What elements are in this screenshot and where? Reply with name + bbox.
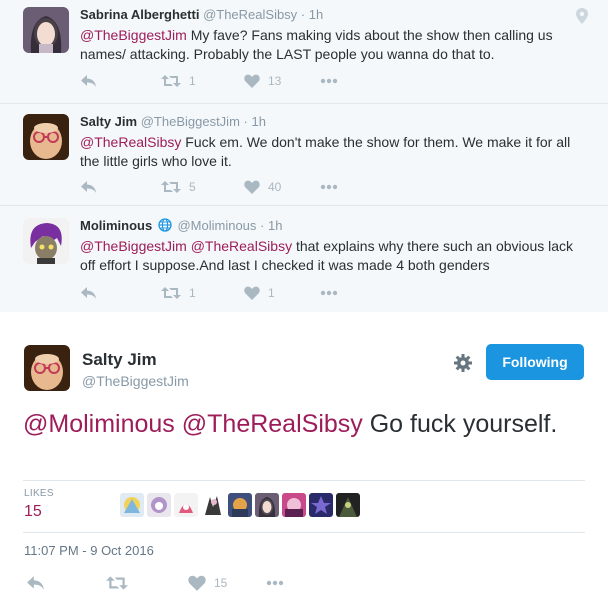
like-count: 15: [214, 576, 228, 590]
tweet-time[interactable]: 1h: [268, 218, 282, 233]
heart-icon: [244, 180, 260, 194]
divider: [23, 480, 585, 481]
retweet-button[interactable]: 5: [161, 178, 196, 196]
liker-avatar[interactable]: [282, 493, 306, 517]
focused-tweet: Salty Jim @TheBiggestJim Following @Moli…: [0, 312, 608, 610]
tweet-text: @TheBiggestJim My fave? Fans making vids…: [80, 26, 578, 64]
more-icon: [320, 78, 338, 84]
following-button[interactable]: Following: [486, 344, 584, 380]
tweet-actions: 15: [26, 574, 326, 594]
more-icon: [320, 184, 338, 190]
tweet-text: @TheBiggestJim @TheRealSibsy that explai…: [80, 237, 578, 275]
likes-label: LIKES: [24, 488, 54, 499]
reply-icon: [81, 287, 96, 299]
retweet-icon: [161, 287, 181, 299]
avatar[interactable]: [23, 218, 69, 264]
conversation-thread: Sabrina Alberghetti @TheRealSibsy · 1h @…: [0, 0, 608, 312]
liker-avatar[interactable]: [336, 493, 360, 517]
retweet-icon: [161, 75, 181, 87]
display-name[interactable]: Moliminous: [80, 218, 152, 233]
more-button[interactable]: [320, 72, 338, 90]
retweet-count: 1: [189, 286, 196, 300]
avatar[interactable]: [24, 345, 70, 391]
reply-icon: [27, 576, 44, 590]
liker-avatar[interactable]: [255, 493, 279, 517]
heart-icon: [244, 74, 260, 88]
liker-avatar[interactable]: [228, 493, 252, 517]
liker-avatar[interactable]: [174, 493, 198, 517]
mention-link[interactable]: @TheRealSibsy: [191, 238, 292, 254]
reply-button[interactable]: [26, 574, 45, 592]
retweet-button[interactable]: [106, 574, 128, 592]
retweet-count: 5: [189, 180, 196, 194]
location-pin-icon: [576, 8, 588, 29]
like-button[interactable]: 13: [244, 72, 281, 90]
tweet-text: @Moliminous @TheRealSibsy Go fuck yourse…: [23, 408, 583, 440]
tweet-header: Sabrina Alberghetti @TheRealSibsy · 1h: [80, 7, 578, 23]
display-name[interactable]: Salty Jim: [80, 114, 137, 129]
like-button[interactable]: 1: [244, 284, 275, 302]
mention-link[interactable]: @Moliminous: [23, 410, 175, 438]
thread-tweet-2[interactable]: Salty Jim @TheBiggestJim · 1h @TheRealSi…: [0, 104, 608, 206]
likes-count[interactable]: 15: [24, 503, 42, 521]
like-count: 13: [268, 74, 282, 88]
tweet-header: Salty Jim @TheBiggestJim · 1h: [80, 114, 578, 130]
username[interactable]: @TheRealSibsy: [203, 7, 297, 22]
reply-button[interactable]: [80, 178, 97, 196]
mention-link[interactable]: @TheRealSibsy: [80, 134, 181, 150]
liker-avatar[interactable]: [147, 493, 171, 517]
likers-avatars: [120, 493, 360, 517]
liker-avatar[interactable]: [201, 493, 225, 517]
globe-icon: [158, 218, 172, 232]
separator-dot: ·: [300, 7, 306, 22]
tweet-actions: 5 40: [80, 178, 380, 196]
retweet-button[interactable]: 1: [161, 72, 196, 90]
more-button[interactable]: [266, 574, 284, 592]
tweet-text: @TheRealSibsy Fuck em. We don't make the…: [80, 133, 578, 171]
tweet-time[interactable]: 1h: [309, 7, 323, 22]
thread-tweet-3[interactable]: Moliminous @Moliminous · 1h @TheBiggestJ…: [0, 206, 608, 312]
display-name[interactable]: Salty Jim: [82, 350, 157, 370]
separator-dot: ·: [260, 218, 265, 233]
more-icon: [266, 580, 284, 586]
like-button[interactable]: 15: [188, 574, 227, 592]
reply-button[interactable]: [80, 284, 97, 302]
username[interactable]: @TheBiggestJim: [141, 114, 240, 129]
more-icon: [320, 290, 338, 296]
avatar[interactable]: [23, 114, 69, 160]
username[interactable]: @Moliminous: [177, 218, 256, 233]
gear-icon[interactable]: [453, 353, 473, 378]
tweet-time[interactable]: 1h: [252, 114, 266, 129]
retweet-count: 1: [189, 74, 196, 88]
separator-dot: ·: [243, 114, 248, 129]
like-count: 1: [268, 286, 275, 300]
tweet-header: Moliminous @Moliminous · 1h: [80, 218, 578, 234]
retweet-icon: [161, 181, 181, 193]
retweet-icon: [106, 576, 128, 590]
tweet-timestamp[interactable]: 11:07 PM - 9 Oct 2016: [24, 543, 154, 558]
mention-link[interactable]: @TheBiggestJim: [80, 27, 187, 43]
more-button[interactable]: [320, 178, 338, 196]
heart-icon: [188, 575, 206, 591]
divider: [23, 532, 585, 533]
liker-avatar[interactable]: [120, 493, 144, 517]
liker-avatar[interactable]: [309, 493, 333, 517]
username[interactable]: @TheBiggestJim: [82, 373, 189, 389]
reply-button[interactable]: [80, 72, 97, 90]
avatar[interactable]: [23, 7, 69, 53]
reply-icon: [81, 181, 96, 193]
mention-link[interactable]: @TheBiggestJim: [80, 238, 187, 254]
reply-icon: [81, 75, 96, 87]
tweet-actions: 1 13: [80, 72, 380, 90]
tweet-text-body: Go fuck yourself.: [362, 410, 558, 438]
tweet-actions: 1 1: [80, 284, 380, 302]
more-button[interactable]: [320, 284, 338, 302]
like-button[interactable]: 40: [244, 178, 281, 196]
thread-tweet-1[interactable]: Sabrina Alberghetti @TheRealSibsy · 1h @…: [0, 0, 608, 104]
like-count: 40: [268, 180, 282, 194]
display-name[interactable]: Sabrina Alberghetti: [80, 7, 199, 22]
retweet-button[interactable]: 1: [161, 284, 196, 302]
mention-link[interactable]: @TheRealSibsy: [182, 410, 363, 438]
heart-icon: [244, 286, 260, 300]
